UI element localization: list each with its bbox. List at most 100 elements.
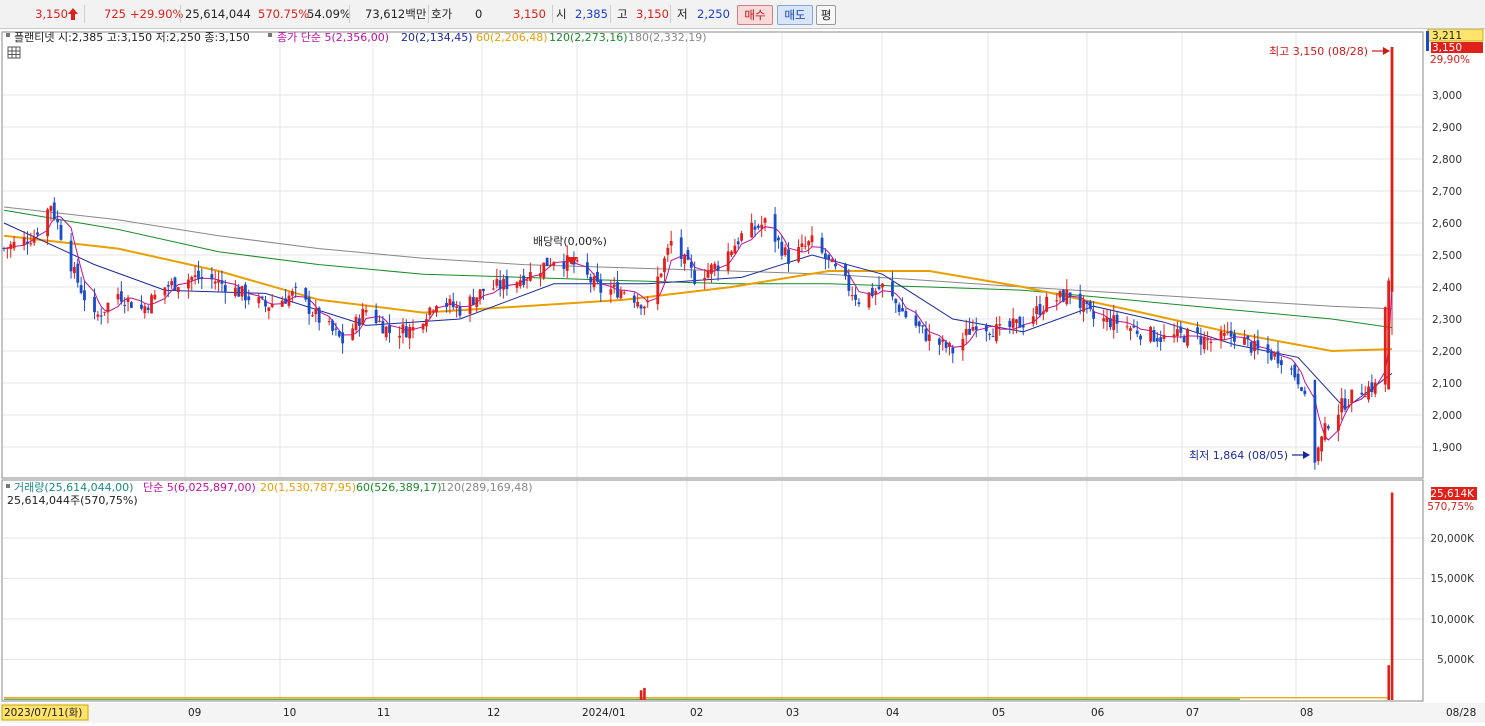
hoga-value: 0	[475, 7, 483, 21]
price-axis: 3,000 2,900 2,800 2,700 2,600 2,500 2,40…	[1432, 90, 1462, 454]
candle-body	[901, 308, 904, 312]
candle-body	[317, 307, 321, 323]
candle-body	[1172, 334, 1176, 338]
candle-body	[518, 280, 522, 287]
candle-body	[357, 318, 361, 326]
candle-body	[223, 285, 227, 293]
candle-body	[713, 263, 717, 270]
date-tick: 06	[1091, 707, 1105, 719]
candle-body	[93, 296, 96, 313]
candle-body	[1135, 330, 1139, 335]
stock-chart[interactable]: 3,000 2,900 2,800 2,700 2,600 2,500 2,40…	[0, 28, 1485, 723]
candle-body	[941, 339, 945, 342]
candle-body	[1246, 335, 1250, 340]
price-tick: 2,700	[1432, 186, 1462, 198]
candle-body	[1132, 325, 1136, 328]
candle-body	[549, 264, 552, 266]
candle-body	[1062, 290, 1065, 302]
candle-body	[1115, 314, 1119, 324]
candle-body	[304, 288, 308, 300]
date-tick: 07	[1186, 707, 1199, 719]
candle-body	[1186, 328, 1189, 346]
volume-bar	[639, 690, 643, 700]
candle-body	[458, 306, 462, 316]
candle-body	[475, 297, 479, 307]
chart-area[interactable]: 3,000 2,900 2,800 2,700 2,600 2,500 2,40…	[0, 28, 1485, 723]
candle-body	[1092, 311, 1096, 319]
candle-body	[1383, 307, 1387, 385]
candle-body	[421, 324, 425, 330]
candle-body	[280, 300, 284, 307]
candle-body	[663, 258, 666, 273]
candle-body	[1226, 332, 1230, 334]
candle-body	[783, 247, 787, 256]
candle-body	[773, 214, 777, 242]
candle-body	[197, 270, 200, 279]
candle-body	[1045, 296, 1049, 312]
ma60-legend: 60(2,206,48)	[476, 31, 548, 44]
candle-body	[642, 306, 646, 309]
candle-body	[5, 248, 9, 250]
candle-body	[528, 272, 532, 281]
open-value: 2,385	[575, 7, 608, 21]
candle-body	[1176, 329, 1179, 337]
candle-body	[502, 278, 505, 290]
volume-ma5-legend: 단순 5(6,025,897,00)	[143, 481, 256, 494]
candle-body	[1179, 326, 1183, 333]
candle-body	[1323, 423, 1327, 440]
price-tick: 1,900	[1432, 442, 1462, 454]
candle-body	[1390, 47, 1394, 292]
candle-body	[1055, 300, 1059, 302]
candle-body	[834, 263, 837, 267]
candle-body	[69, 240, 73, 272]
candle-body	[656, 276, 660, 305]
candle-body	[961, 339, 965, 351]
candle-body	[294, 286, 298, 288]
buy-button[interactable]: 매수	[737, 5, 773, 25]
candle-body	[163, 287, 167, 296]
candle-body	[374, 309, 378, 324]
sell-button[interactable]: 매도	[777, 5, 813, 25]
candle-body	[686, 250, 690, 260]
candle-body	[1233, 333, 1236, 342]
candle-body	[1068, 292, 1072, 297]
candle-body	[103, 311, 106, 313]
candle-body	[257, 297, 261, 304]
candle-body	[129, 302, 133, 308]
price-marker	[1426, 31, 1429, 51]
candle-body	[1303, 390, 1307, 395]
candle-body	[126, 297, 130, 303]
legend-bullet	[6, 484, 10, 488]
ma180-legend: 180(2,332,19)	[628, 31, 707, 44]
candle-body	[1387, 280, 1391, 390]
legend-bullet	[268, 33, 272, 37]
candle-body	[29, 243, 33, 245]
flat-button[interactable]: 평	[816, 5, 836, 25]
candle-body	[1085, 300, 1089, 304]
candle-body	[351, 328, 355, 340]
volume-tick: 15,000K	[1430, 573, 1475, 585]
volume-panel[interactable]	[1, 479, 1424, 702]
candle-body	[539, 273, 542, 277]
volume-pct-tag: 570,75%	[1427, 501, 1474, 513]
candle-body	[753, 226, 757, 230]
up-arrow-icon	[68, 8, 78, 20]
candle-body	[1266, 344, 1270, 353]
candle-body	[736, 241, 740, 245]
candle-body	[22, 237, 26, 246]
candle-body	[810, 235, 814, 243]
date-axis	[0, 703, 1485, 723]
candle-body	[750, 222, 754, 238]
candle-body	[233, 287, 237, 296]
candle-body	[166, 285, 170, 287]
candle-body	[891, 281, 894, 297]
grid-toggle-icon[interactable]	[7, 46, 21, 59]
high-annotation-text: 최고 3,150 (08/28)	[1269, 45, 1368, 58]
candle-body	[622, 292, 626, 294]
volume-tick: 10,000K	[1430, 614, 1475, 626]
candle-body	[381, 320, 385, 334]
candle-body	[619, 290, 623, 299]
candle-body	[592, 276, 596, 288]
candle-body	[116, 294, 120, 300]
candle-body	[153, 294, 157, 300]
